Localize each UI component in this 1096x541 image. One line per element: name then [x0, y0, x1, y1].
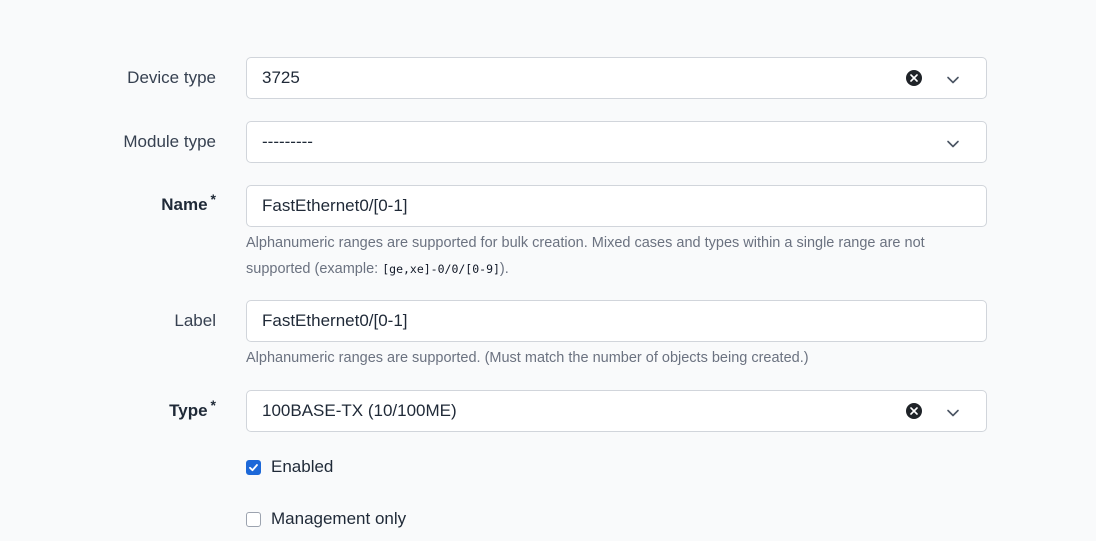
- device-type-clear-icon[interactable]: [906, 70, 922, 86]
- label-field-label: Label: [174, 311, 216, 330]
- name-label-text: Name: [161, 195, 208, 214]
- name-help-text: Alphanumeric ranges are supported for bu…: [246, 230, 988, 282]
- name-label: Name *: [161, 191, 216, 215]
- enabled-checkbox[interactable]: [246, 459, 261, 475]
- name-help-suffix: ).: [499, 261, 509, 277]
- name-input[interactable]: FastEthernet0/[0-1]: [246, 185, 987, 227]
- type-clear-icon[interactable]: [906, 403, 922, 419]
- device-type-value: 3725: [262, 68, 300, 87]
- label-input[interactable]: FastEthernet0/[0-1]: [246, 300, 987, 342]
- type-required-mark: *: [210, 397, 216, 413]
- module-type-chevron-down-icon[interactable]: [946, 136, 960, 150]
- device-type-label: Device type: [127, 68, 216, 87]
- mgmt-only-checkbox-row[interactable]: Management only: [246, 509, 406, 529]
- mgmt-only-label[interactable]: Management only: [271, 509, 406, 529]
- interface-form: Device type 3725 Module type --------- N…: [0, 0, 1096, 541]
- check-icon: [249, 463, 258, 471]
- type-select[interactable]: 100BASE-TX (10/100ME): [246, 390, 987, 432]
- label-value: FastEthernet0/[0-1]: [262, 311, 408, 330]
- type-label: Type *: [169, 397, 216, 421]
- type-label-text: Type: [169, 401, 208, 420]
- name-help-prefix: Alphanumeric ranges are supported for bu…: [246, 235, 925, 277]
- module-type-select[interactable]: ---------: [246, 121, 987, 163]
- module-type-label: Module type: [123, 132, 216, 151]
- module-type-value: ---------: [262, 132, 313, 151]
- enabled-label[interactable]: Enabled: [271, 457, 333, 477]
- name-help-example: [ge,xe]-0/0/[0-9]: [382, 262, 500, 276]
- type-chevron-down-icon[interactable]: [946, 405, 960, 419]
- type-value: 100BASE-TX (10/100ME): [262, 401, 457, 420]
- label-help-text: Alphanumeric ranges are supported. (Must…: [246, 350, 809, 366]
- device-type-select[interactable]: 3725: [246, 57, 987, 99]
- name-required-mark: *: [210, 191, 216, 207]
- mgmt-only-checkbox[interactable]: [246, 511, 261, 527]
- name-value: FastEthernet0/[0-1]: [262, 196, 408, 215]
- enabled-checkbox-row[interactable]: Enabled: [246, 457, 333, 477]
- device-type-chevron-down-icon[interactable]: [946, 72, 960, 86]
